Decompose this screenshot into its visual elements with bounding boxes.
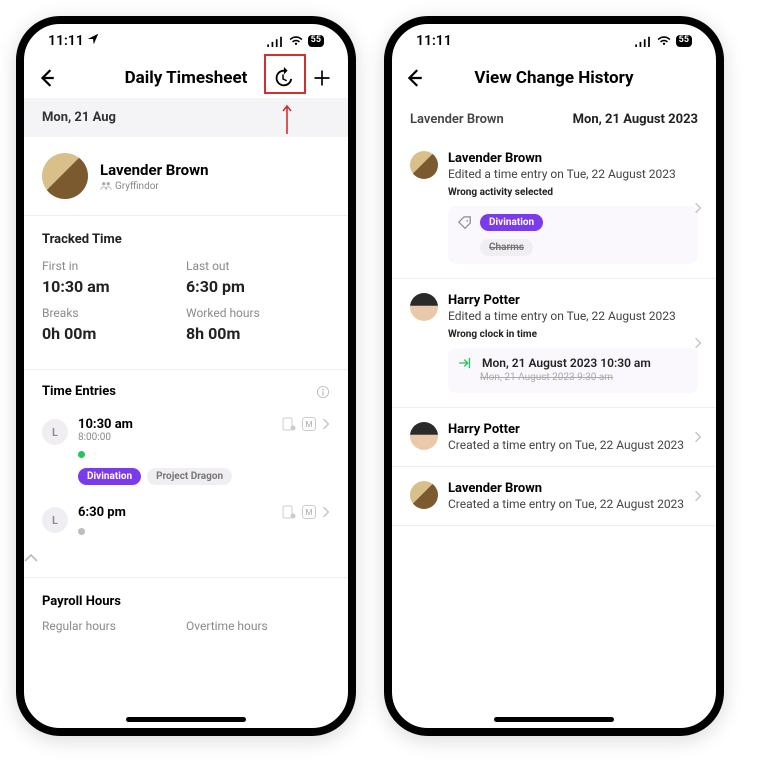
tag-icon [458, 216, 472, 230]
history-reason: Wrong activity selected [448, 187, 698, 198]
chevron-right-icon [694, 337, 702, 349]
history-author: Harry Potter [448, 422, 698, 437]
info-icon[interactable] [316, 385, 330, 399]
arrow-in-icon [458, 357, 474, 369]
avatar [42, 153, 88, 199]
entry-badge: L [42, 419, 68, 445]
chevron-right-icon [694, 202, 702, 214]
signal-icon [266, 35, 284, 47]
history-desc: Edited a time entry on Tue, 22 August 20… [448, 309, 698, 323]
home-indicator[interactable] [494, 717, 614, 722]
history-author: Lavender Brown [448, 481, 698, 496]
history-author: Harry Potter [448, 293, 698, 308]
battery-indicator: 55 [308, 35, 324, 47]
payroll-overtime-label: Overtime hours [186, 619, 330, 633]
avatar [410, 481, 438, 509]
tracked-time-header: Tracked Time [24, 216, 348, 253]
page-title: View Change History [392, 68, 716, 88]
history-item-3[interactable]: Harry PotterCreated a time entry on Tue,… [392, 408, 716, 467]
time-entry-2[interactable]: L 6:30 pm M [24, 495, 348, 549]
new-activity-chip: Divination [480, 214, 543, 231]
status-bar: 11:11 55 [24, 24, 348, 58]
metric-first-in: First in 10:30 am [42, 259, 186, 296]
new-time-text: Mon, 21 August 2023 10:30 am [482, 356, 651, 370]
subject-row: Lavender Brown Mon, 21 August 2023 [392, 98, 716, 137]
status-dot-active [78, 451, 85, 458]
wifi-icon [656, 35, 672, 47]
chevron-right-icon [694, 490, 702, 502]
entry-badge: L [42, 507, 68, 533]
app-header: Daily Timesheet [24, 58, 348, 98]
history-item-4[interactable]: Lavender BrownCreated a time entry on Tu… [392, 467, 716, 526]
avatar [410, 293, 438, 321]
metric-worked-hours: Worked hours 8h 00m [186, 306, 330, 343]
history-desc: Created a time entry on Tue, 22 August 2… [448, 438, 698, 452]
old-activity-chip: Charms [480, 239, 533, 256]
clock-time: 11:11 [48, 33, 99, 49]
person-name: Lavender Brown [100, 161, 209, 179]
app-header: View Change History [392, 58, 716, 98]
chevron-right-icon [322, 506, 330, 518]
note-icon [282, 505, 296, 519]
avatar [410, 151, 438, 179]
history-desc: Edited a time entry on Tue, 22 August 20… [448, 167, 698, 181]
status-dot-inactive [78, 528, 85, 535]
history-author: Lavender Brown [448, 151, 698, 166]
chevron-right-icon [322, 418, 330, 430]
date-header: Mon, 21 Aug [24, 98, 348, 137]
metric-breaks: Breaks 0h 00m [42, 306, 186, 343]
metric-last-out: Last out 6:30 pm [186, 259, 330, 296]
manual-icon: M [302, 417, 316, 431]
diff-card: Mon, 21 August 2023 10:30 am Mon, 21 Augu… [448, 348, 698, 393]
add-button[interactable] [310, 66, 334, 90]
signal-icon [634, 35, 652, 47]
subject-date: Mon, 21 August 2023 [573, 112, 698, 127]
person-row[interactable]: Lavender Brown Gryffindor [24, 137, 348, 216]
battery-indicator: 55 [676, 35, 692, 47]
person-team: Gryffindor [100, 181, 209, 192]
avatar [410, 422, 438, 450]
payroll-metrics: Regular hours Overtime hours [24, 613, 348, 639]
old-time-text: Mon, 21 August 2023 9:30 am [480, 372, 688, 383]
history-item-2[interactable]: Harry PotterEdited a time entry on Tue, … [392, 279, 716, 408]
history-button[interactable] [268, 63, 298, 93]
location-icon [87, 33, 99, 45]
back-button[interactable] [38, 69, 56, 87]
collapse-toggle[interactable] [24, 549, 348, 571]
back-button[interactable] [406, 69, 424, 87]
diff-card: Divination Charms [448, 206, 698, 264]
history-desc: Created a time entry on Tue, 22 August 2… [448, 497, 698, 511]
tracked-metrics: First in 10:30 am Last out 6:30 pm Break… [24, 253, 348, 370]
clock-time: 11:11 [416, 33, 452, 49]
project-chip: Project Dragon [147, 468, 232, 485]
activity-chip: Divination [78, 468, 141, 485]
home-indicator[interactable] [126, 717, 246, 722]
history-reason: Wrong clock in time [448, 329, 698, 340]
time-entries-header: Time Entries [24, 370, 348, 407]
history-screen: 11:11 55 View Change History Lavender Br… [384, 16, 724, 736]
wifi-icon [288, 35, 304, 47]
status-bar: 11:11 55 [392, 24, 716, 58]
payroll-header: Payroll Hours [24, 577, 348, 613]
chevron-right-icon [694, 431, 702, 443]
manual-icon: M [302, 505, 316, 519]
subject-name: Lavender Brown [410, 112, 504, 127]
note-icon [282, 417, 296, 431]
timesheet-screen: 11:11 55 Daily Timesheet Mon, 21 Aug La [16, 16, 356, 736]
history-item-1[interactable]: Lavender BrownEdited a time entry on Tue… [392, 137, 716, 279]
payroll-regular-label: Regular hours [42, 619, 186, 633]
time-entry-1[interactable]: L 10:30 am 8:00:00 Divination Project Dr… [24, 407, 348, 495]
